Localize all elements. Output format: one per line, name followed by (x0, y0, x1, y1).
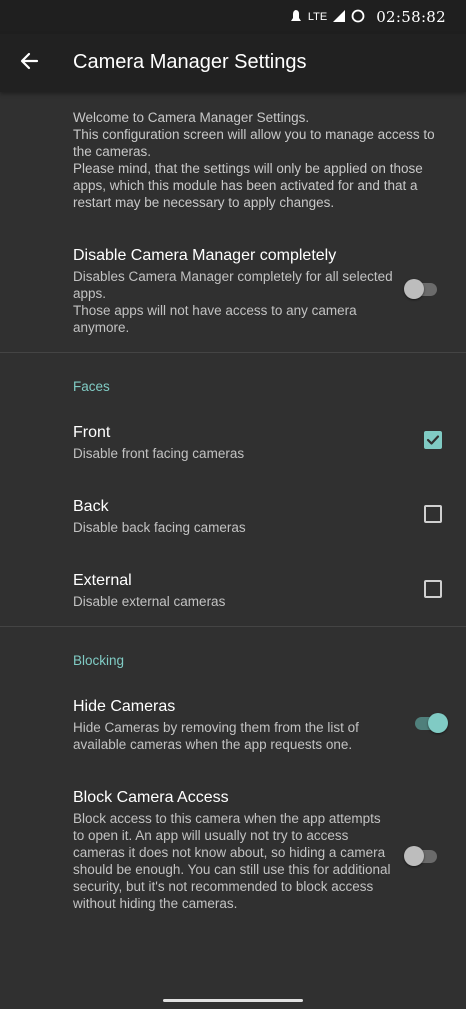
faces-front-preference[interactable]: Front Disable front facing cameras (73, 423, 403, 462)
switch-thumb (404, 846, 424, 866)
check-icon (426, 435, 440, 445)
network-type: LTE (307, 11, 328, 23)
hide-cameras-preference[interactable]: Hide Cameras Hide Cameras by removing th… (73, 697, 393, 753)
intro-text: Welcome to Camera Manager Settings. This… (73, 110, 435, 210)
status-icons: LTE 02:58:82 (289, 8, 446, 26)
page-title: Camera Manager Settings (73, 51, 307, 73)
gesture-nav-handle[interactable] (163, 999, 303, 1002)
preference-title: Back (73, 498, 109, 515)
switch-thumb (428, 713, 448, 733)
preference-title: External (73, 572, 132, 589)
preference-title: Front (73, 424, 111, 441)
notification-bell-icon (289, 9, 303, 26)
faces-external-preference[interactable]: External Disable external cameras (73, 571, 403, 610)
preference-summary: Disable back facing cameras (73, 520, 246, 535)
preference-title: Disable Camera Manager completely (73, 247, 337, 264)
front-checkbox[interactable] (424, 431, 442, 449)
signal-icon (332, 9, 346, 26)
preference-summary: Hide Cameras by removing them from the l… (73, 720, 359, 752)
block-camera-access-preference[interactable]: Block Camera Access Block access to this… (73, 788, 393, 912)
preference-summary: Disables Camera Manager completely for a… (73, 269, 393, 335)
preference-title: Block Camera Access (73, 789, 229, 806)
preference-summary: Disable external cameras (73, 594, 226, 609)
arrow-back-icon (19, 51, 39, 76)
disable-completely-switch[interactable] (404, 277, 442, 301)
status-bar: LTE 02:58:82 (0, 0, 466, 34)
block-camera-access-switch[interactable] (404, 844, 442, 868)
back-button[interactable] (12, 46, 46, 80)
back-checkbox[interactable] (424, 505, 442, 523)
hide-cameras-switch[interactable] (412, 711, 450, 735)
status-clock: 02:58:82 (376, 8, 446, 26)
battery-icon (351, 9, 365, 26)
category-blocking-header: Blocking (73, 653, 125, 668)
faces-back-preference[interactable]: Back Disable back facing cameras (73, 497, 403, 536)
preference-summary: Disable front facing cameras (73, 446, 245, 461)
disable-completely-preference[interactable]: Disable Camera Manager completely Disabl… (73, 246, 403, 336)
external-checkbox[interactable] (424, 580, 442, 598)
switch-thumb (404, 279, 424, 299)
category-faces-header: Faces (73, 379, 110, 394)
divider (0, 352, 466, 353)
preference-summary: Block access to this camera when the app… (73, 811, 391, 911)
preference-title: Hide Cameras (73, 698, 176, 715)
divider (0, 626, 466, 627)
app-bar: Camera Manager Settings (0, 34, 466, 92)
